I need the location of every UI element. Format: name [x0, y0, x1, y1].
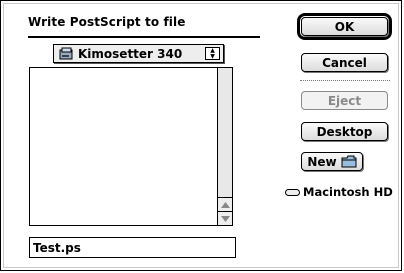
filename-field[interactable]: Test.ps [29, 237, 236, 258]
location-popup[interactable]: Kimosetter 340 ▲ ▼ [53, 44, 224, 63]
cancel-button[interactable]: Cancel [301, 53, 388, 72]
new-folder-button[interactable]: New [301, 152, 363, 171]
file-list[interactable] [29, 67, 233, 226]
hard-drive-icon [285, 188, 300, 196]
scroll-down-button[interactable] [218, 211, 232, 225]
folder-icon [341, 155, 357, 168]
new-folder-label: New [307, 154, 337, 169]
ok-button[interactable]: OK [301, 17, 388, 36]
scroll-up-arrow-icon [220, 201, 230, 208]
file-list-scrollbar[interactable] [217, 68, 232, 225]
desktop-button[interactable]: Desktop [301, 122, 388, 141]
save-dialog: Write PostScript to file Kimosetter 340 … [0, 0, 402, 271]
button-separator [300, 80, 390, 81]
eject-button[interactable]: Eject [301, 91, 388, 110]
volume-indicator: Macintosh HD [285, 185, 393, 199]
volume-name: Macintosh HD [303, 185, 393, 199]
scroll-down-arrow-icon [220, 215, 230, 222]
scroll-up-button[interactable] [218, 197, 232, 211]
location-popup-label: Kimosetter 340 [78, 46, 183, 61]
title-divider [28, 36, 260, 38]
volume-icon [59, 47, 73, 59]
dialog-title: Write PostScript to file [28, 15, 186, 29]
popup-arrows-icon: ▲ ▼ [205, 47, 220, 60]
